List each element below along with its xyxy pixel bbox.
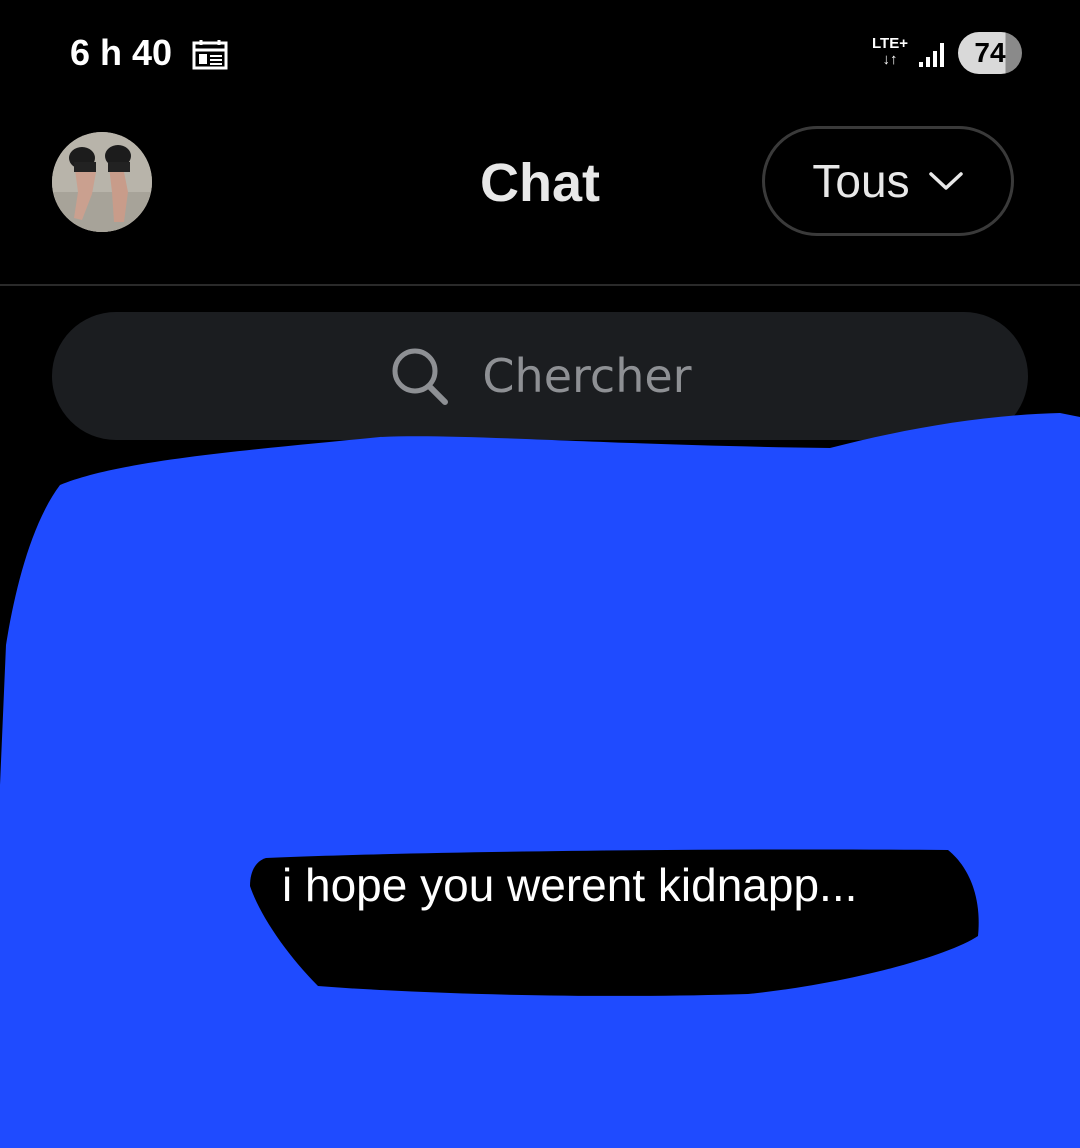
network-type-label: LTE+: [872, 35, 908, 52]
calendar-icon: [192, 40, 228, 70]
chat-header: Chat Tous: [0, 100, 1080, 284]
search-icon: [392, 348, 449, 405]
filter-dropdown[interactable]: Tous: [762, 126, 1014, 236]
network-type: LTE+ ↓↑: [868, 36, 912, 72]
message-preview: i hope you werent kidnapp...: [282, 859, 858, 911]
battery-indicator: 74: [958, 32, 1022, 74]
search-placeholder: Chercher: [482, 349, 692, 403]
chevron-down-icon: [928, 172, 963, 190]
status-bar: 6 h 40 LTE+ ↓↑ 74: [0, 0, 1080, 100]
status-time: 6 h 40: [70, 32, 173, 73]
header-divider: [0, 284, 1080, 286]
network-arrows: ↓↑: [882, 51, 898, 68]
redaction-overlay: [0, 413, 1080, 1148]
filter-label: Tous: [812, 155, 910, 207]
signal-icon: [919, 43, 944, 67]
